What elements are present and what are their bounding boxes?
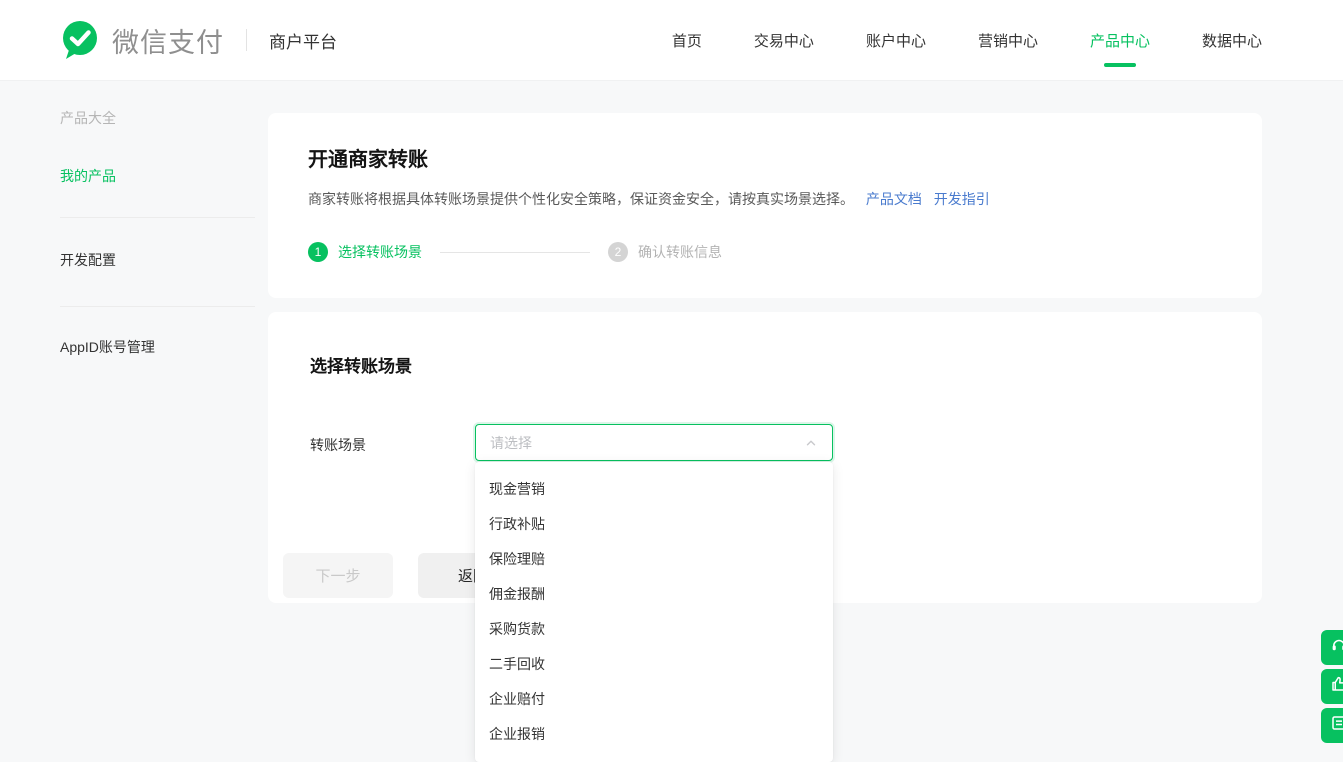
survey-button[interactable] — [1321, 708, 1343, 743]
dropdown-option-insurance-claim[interactable]: 保险理赔 — [475, 541, 833, 576]
form-section-title: 选择转账场景 — [310, 352, 412, 377]
dropdown-option-cash-marketing[interactable]: 现金营销 — [475, 471, 833, 506]
intro-card: 开通商家转账 商家转账将根据具体转账场景提供个性化安全策略，保证资金安全，请按真… — [268, 113, 1262, 298]
feedback-button[interactable] — [1321, 669, 1343, 704]
product-doc-link[interactable]: 产品文档 — [866, 191, 922, 207]
transfer-scene-select[interactable]: 请选择 — [475, 424, 833, 461]
dropdown-option-secondhand-recycle[interactable]: 二手回收 — [475, 646, 833, 681]
nav-item-transaction-center[interactable]: 交易中心 — [754, 30, 814, 51]
step-indicator: 1 选择转账场景 2 确认转账信息 — [308, 242, 1222, 262]
dropdown-option-enterprise-compensation[interactable]: 企业赔付 — [475, 681, 833, 716]
nav-item-marketing-center[interactable]: 营销中心 — [978, 30, 1038, 51]
transfer-scene-label: 转账场景 — [310, 435, 366, 455]
customer-service-button[interactable] — [1321, 630, 1343, 665]
next-step-button[interactable]: 下一步 — [283, 553, 393, 598]
survey-icon — [1330, 714, 1343, 737]
step-2-label: 确认转账信息 — [638, 242, 722, 262]
nav-item-account-center[interactable]: 账户中心 — [866, 30, 926, 51]
dropdown-option-enterprise-reimbursement[interactable]: 企业报销 — [475, 716, 833, 751]
select-placeholder: 请选择 — [490, 433, 804, 453]
logo-text: 微信支付 — [112, 21, 224, 60]
intro-description: 商家转账将根据具体转账场景提供个性化安全策略，保证资金安全，请按真实场景选择。 — [308, 191, 854, 207]
thumbs-up-icon — [1330, 675, 1343, 698]
sidebar-divider — [60, 306, 255, 307]
nav-item-product-center[interactable]: 产品中心 — [1090, 30, 1150, 51]
sidebar-item-appid-management[interactable]: AppID账号管理 — [60, 337, 268, 357]
dropdown-option-procurement[interactable]: 采购货款 — [475, 611, 833, 646]
chevron-up-icon — [804, 436, 818, 450]
sidebar-item-dev-config[interactable]: 开发配置 — [60, 250, 268, 270]
nav-item-home[interactable]: 首页 — [672, 30, 702, 51]
transfer-scene-dropdown: 现金营销 行政补贴 保险理赔 佣金报酬 采购货款 二手回收 企业赔付 企业报销 — [475, 462, 833, 762]
top-header: 微信支付 商户平台 首页 交易中心 账户中心 营销中心 产品中心 数据中心 — [0, 0, 1343, 81]
brand-logo[interactable]: 微信支付 商户平台 — [60, 19, 337, 61]
sidebar-divider — [60, 217, 255, 218]
step-1-label: 选择转账场景 — [338, 242, 422, 262]
dev-guide-link[interactable]: 开发指引 — [934, 191, 990, 207]
sidebar-group-product-catalog[interactable]: 产品大全 — [60, 108, 268, 128]
logo-divider — [246, 29, 247, 51]
wechat-pay-icon — [60, 19, 100, 61]
sidebar: 产品大全 我的产品 开发配置 AppID账号管理 — [0, 81, 268, 357]
step-connector-line — [440, 252, 590, 253]
step-1-circle: 1 — [308, 242, 328, 262]
dropdown-option-commission[interactable]: 佣金报酬 — [475, 576, 833, 611]
dropdown-option-admin-subsidy[interactable]: 行政补贴 — [475, 506, 833, 541]
sidebar-item-my-products[interactable]: 我的产品 — [60, 166, 268, 186]
headset-icon — [1330, 636, 1343, 659]
page-title: 开通商家转账 — [308, 143, 1222, 172]
nav-item-data-center[interactable]: 数据中心 — [1202, 30, 1262, 51]
float-toolbar — [1321, 630, 1343, 747]
step-2-circle: 2 — [608, 242, 628, 262]
top-nav: 首页 交易中心 账户中心 营销中心 产品中心 数据中心 — [672, 0, 1262, 81]
intro-description-row: 商家转账将根据具体转账场景提供个性化安全策略，保证资金安全，请按真实场景选择。 … — [308, 189, 1222, 209]
platform-name: 商户平台 — [269, 28, 337, 53]
